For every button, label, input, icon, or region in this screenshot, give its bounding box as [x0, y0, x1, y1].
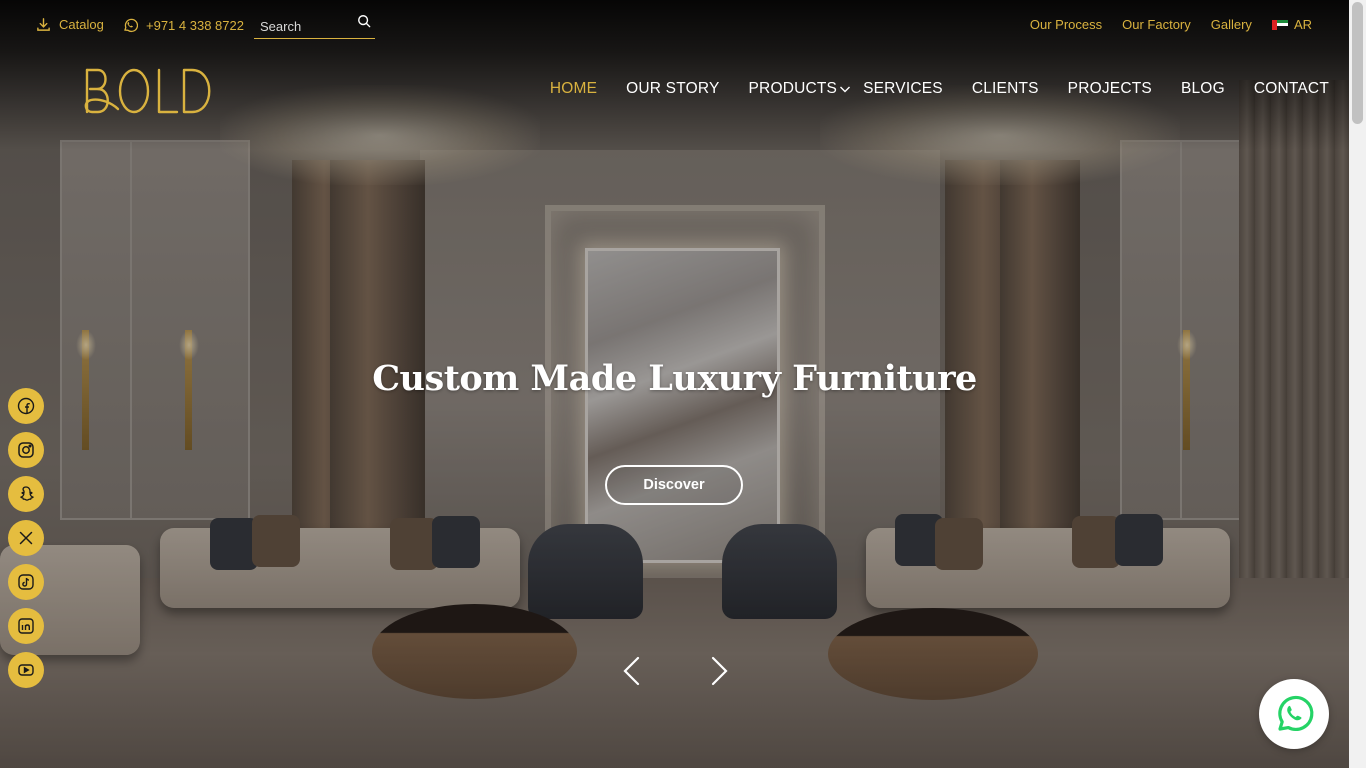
chevron-right-icon [711, 656, 728, 686]
social-instagram[interactable] [8, 432, 44, 468]
top-utility-bar: Catalog +971 4 338 8722 Our Process Our … [0, 0, 1349, 48]
facebook-icon [17, 397, 35, 415]
download-icon [37, 18, 50, 31]
main-navigation: HOME OUR STORY PRODUCTS SERVICES CLIENTS… [550, 80, 1329, 98]
linkedin-icon [18, 618, 34, 634]
whatsapp-float-icon [1278, 695, 1314, 731]
catalog-link[interactable]: Catalog [36, 17, 104, 32]
uae-flag-icon [1271, 19, 1288, 30]
discover-button[interactable]: Discover [605, 465, 743, 505]
whatsapp-float-button[interactable] [1259, 679, 1329, 749]
social-facebook[interactable] [8, 388, 44, 424]
social-links [8, 388, 44, 688]
social-youtube[interactable] [8, 652, 44, 688]
secondary-links: Our Process Our Factory Gallery AR [1030, 17, 1312, 32]
language-switch[interactable]: AR [1271, 17, 1312, 32]
whatsapp-icon [124, 18, 138, 33]
page-scrollbar[interactable] [1349, 0, 1366, 768]
nav-clients[interactable]: CLIENTS [972, 80, 1039, 98]
chevron-left-icon [623, 656, 640, 686]
link-our-process[interactable]: Our Process [1030, 17, 1102, 32]
phone-link[interactable]: +971 4 338 8722 [122, 17, 244, 33]
social-linkedin[interactable] [8, 608, 44, 644]
nav-contact[interactable]: CONTACT [1254, 80, 1329, 98]
x-icon [19, 531, 33, 545]
nav-services[interactable]: SERVICES [863, 80, 943, 98]
snapchat-icon [20, 486, 34, 501]
social-x[interactable] [8, 520, 44, 556]
chevron-down-icon [840, 86, 851, 93]
search-icon [358, 15, 371, 28]
phone-number: +971 4 338 8722 [146, 17, 244, 33]
slider-next-button[interactable] [705, 656, 733, 686]
search-input[interactable] [260, 17, 352, 35]
slider-prev-button[interactable] [618, 656, 646, 686]
link-gallery[interactable]: Gallery [1211, 17, 1252, 32]
link-our-factory[interactable]: Our Factory [1122, 17, 1191, 32]
social-snapchat[interactable] [8, 476, 44, 512]
tiktok-icon [18, 574, 34, 590]
hero-title: Custom Made Luxury Furniture [372, 358, 977, 399]
search-button[interactable] [357, 14, 373, 30]
instagram-icon [18, 442, 34, 458]
scrollbar-thumb[interactable] [1352, 2, 1363, 124]
nav-products-label: PRODUCTS [748, 80, 838, 97]
social-tiktok[interactable] [8, 564, 44, 600]
nav-our-story[interactable]: OUR STORY [626, 80, 719, 98]
nav-blog[interactable]: BLOG [1181, 80, 1225, 98]
bold-logo-icon [84, 68, 211, 114]
youtube-icon [18, 664, 34, 676]
search-box [254, 11, 375, 39]
nav-products[interactable]: PRODUCTS [749, 80, 852, 98]
nav-home[interactable]: HOME [550, 80, 597, 98]
catalog-label: Catalog [59, 17, 104, 32]
nav-projects[interactable]: PROJECTS [1068, 80, 1152, 98]
language-label: AR [1293, 17, 1312, 32]
brand-logo[interactable] [82, 67, 212, 115]
